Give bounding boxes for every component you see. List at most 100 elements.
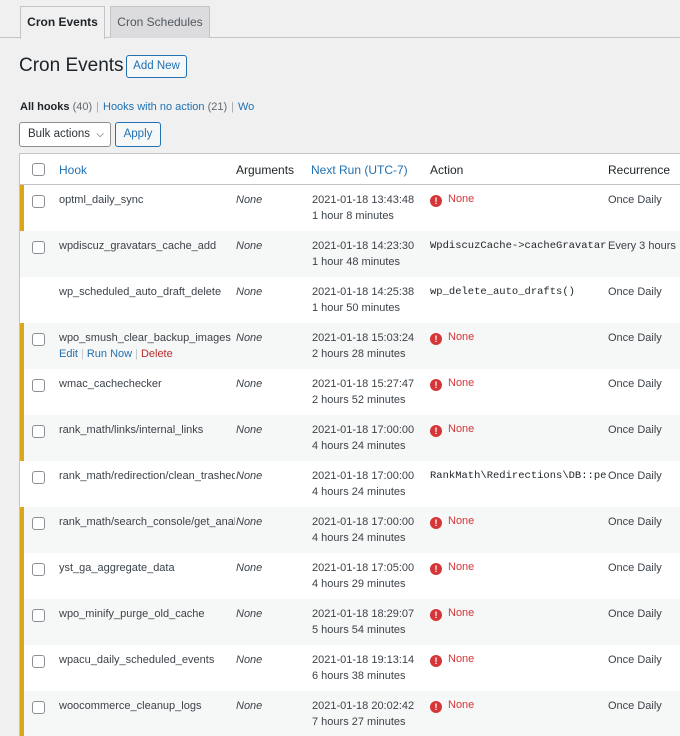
row-actions: Edit | Run Now | Delete: [59, 348, 173, 360]
column-arguments: Arguments: [236, 163, 295, 177]
error-icon: !: [430, 379, 442, 391]
next-run-date: 2021-01-18 14:25:38: [312, 286, 415, 298]
select-all-checkbox[interactable]: [32, 163, 45, 176]
action-none-text: None: [448, 423, 475, 435]
table-row: rank_math/redirection/clean_trashed None 2…: [20, 461, 680, 507]
action-value: WpdiscuzCache->cacheGravatars(): [430, 240, 607, 252]
table-row: wmac_cachechecker None 2021-01-18 15:27:47…: [20, 369, 680, 415]
error-icon: !: [430, 609, 442, 621]
next-run-relative: 4 hours 24 minutes: [312, 532, 406, 544]
row-checkbox[interactable]: [32, 379, 45, 392]
next-run-relative: 1 hour 48 minutes: [312, 256, 401, 268]
error-icon: !: [430, 425, 442, 437]
hook-name: yst_ga_aggregate_data: [59, 562, 175, 574]
action-value: ! None: [430, 377, 607, 391]
action-none-text: None: [448, 331, 475, 343]
action-none-text: None: [448, 607, 475, 619]
warning-indicator: [20, 323, 24, 369]
nav-tabs: Cron Events Cron Schedules: [0, 0, 680, 39]
action-value: ! None: [430, 423, 607, 437]
next-run-date: 2021-01-18 20:02:42: [312, 700, 415, 712]
action-value: ! None: [430, 331, 607, 345]
next-run-relative: 1 hour 50 minutes: [312, 302, 401, 314]
hook-name: wpo_smush_clear_backup_images: [59, 332, 231, 344]
next-run-date: 2021-01-18 15:03:24: [312, 332, 415, 344]
hook-name: rank_math/search_console/get_analytics: [59, 516, 235, 528]
error-icon: !: [430, 195, 442, 207]
tab-cron-events[interactable]: Cron Events: [20, 6, 105, 39]
filter-no-action[interactable]: Hooks with no action (21): [103, 101, 227, 113]
table-row: rank_math/search_console/get_analyticsNo…: [20, 507, 680, 553]
warning-indicator: [20, 185, 24, 231]
hook-name: rank_math/links/internal_links: [59, 424, 204, 436]
hook-name: wp_scheduled_auto_draft_delete: [59, 286, 222, 298]
action-value: ! None: [430, 561, 607, 575]
row-checkbox[interactable]: [32, 333, 45, 346]
delete-link[interactable]: Delete: [141, 348, 173, 360]
column-hook[interactable]: Hook: [59, 163, 87, 177]
recurrence-value: Once Daily: [608, 286, 662, 298]
error-icon: !: [430, 517, 442, 529]
page-title: Cron Events: [19, 55, 124, 76]
error-icon: !: [430, 563, 442, 575]
row-checkbox[interactable]: [32, 195, 45, 208]
warning-indicator: [20, 369, 24, 415]
action-none-text: None: [448, 653, 475, 665]
column-next-run[interactable]: Next Run (UTC-7): [311, 163, 408, 177]
filter-wordpress-core[interactable]: Wor: [238, 101, 254, 113]
row-checkbox[interactable]: [32, 609, 45, 622]
action-none-text: None: [448, 561, 475, 573]
next-run-date: 2021-01-18 15:27:47: [312, 378, 415, 390]
table-row: optml_daily_sync None 2021-01-18 13:43:48 1…: [20, 185, 680, 231]
next-run-date: 2021-01-18 17:05:00: [312, 562, 415, 574]
next-run-date: 2021-01-18 13:43:48: [312, 194, 415, 206]
arguments-value: None: [236, 286, 263, 298]
tab-cron-schedules[interactable]: Cron Schedules: [110, 6, 210, 38]
next-run-date: 2021-01-18 17:00:00: [312, 516, 415, 528]
row-checkbox[interactable]: [32, 563, 45, 576]
row-checkbox[interactable]: [32, 425, 45, 438]
action-none-text: None: [448, 193, 475, 205]
arguments-value: None: [236, 608, 263, 620]
recurrence-value: Every 3 hours: [608, 240, 676, 252]
apply-button[interactable]: Apply: [115, 122, 161, 147]
recurrence-value: Once Daily: [608, 700, 662, 712]
row-checkbox[interactable]: [32, 517, 45, 530]
recurrence-value: Once Daily: [608, 470, 662, 482]
recurrence-value: Once Daily: [608, 194, 662, 206]
recurrence-value: Once Daily: [608, 654, 662, 666]
row-checkbox[interactable]: [32, 241, 45, 254]
edit-link[interactable]: Edit: [59, 348, 78, 360]
recurrence-value: Once Daily: [608, 332, 662, 344]
next-run-relative: 5 hours 54 minutes: [312, 624, 406, 636]
warning-indicator: [20, 691, 24, 736]
next-run-relative: 4 hours 24 minutes: [312, 440, 406, 452]
action-value: RankMath\Redirections\DB::periodic_clean…: [430, 470, 607, 482]
action-value: ! None: [430, 607, 607, 621]
row-checkbox[interactable]: [32, 471, 45, 484]
bulk-actions-value: Bulk actions: [28, 128, 91, 140]
next-run-date: 2021-01-18 19:13:14: [312, 654, 415, 666]
action-value: ! None: [430, 515, 607, 529]
next-run-relative: 7 hours 27 minutes: [312, 716, 406, 728]
arguments-value: None: [236, 424, 263, 436]
filter-all-hooks[interactable]: All hooks (40): [20, 101, 92, 113]
row-checkbox[interactable]: [32, 701, 45, 714]
recurrence-value: Once Daily: [608, 424, 662, 436]
bulk-actions-select[interactable]: Bulk actions ⌵: [19, 122, 111, 147]
hook-name: wpacu_daily_scheduled_events: [59, 654, 215, 666]
hook-filters: All hooks (40) | Hooks with no action (21)…: [20, 101, 254, 115]
chevron-down-icon: ⌵: [96, 129, 104, 140]
recurrence-value: Once Daily: [608, 608, 662, 620]
next-run-relative: 4 hours 24 minutes: [312, 486, 406, 498]
warning-indicator: [20, 553, 24, 599]
hook-name: wpo_minify_purge_old_cache: [59, 608, 205, 620]
run-now-link[interactable]: Run Now: [87, 348, 132, 360]
row-checkbox[interactable]: [32, 655, 45, 668]
arguments-value: None: [236, 240, 263, 252]
hook-name: rank_math/redirection/clean_trashed: [59, 470, 235, 482]
cron-events-table: Hook Arguments Next Run (UTC-7) Action R…: [19, 153, 680, 736]
column-action: Action: [430, 163, 464, 177]
add-new-button[interactable]: Add New: [126, 55, 187, 78]
table-row: wpacu_daily_scheduled_events None 2021-01-…: [20, 645, 680, 691]
